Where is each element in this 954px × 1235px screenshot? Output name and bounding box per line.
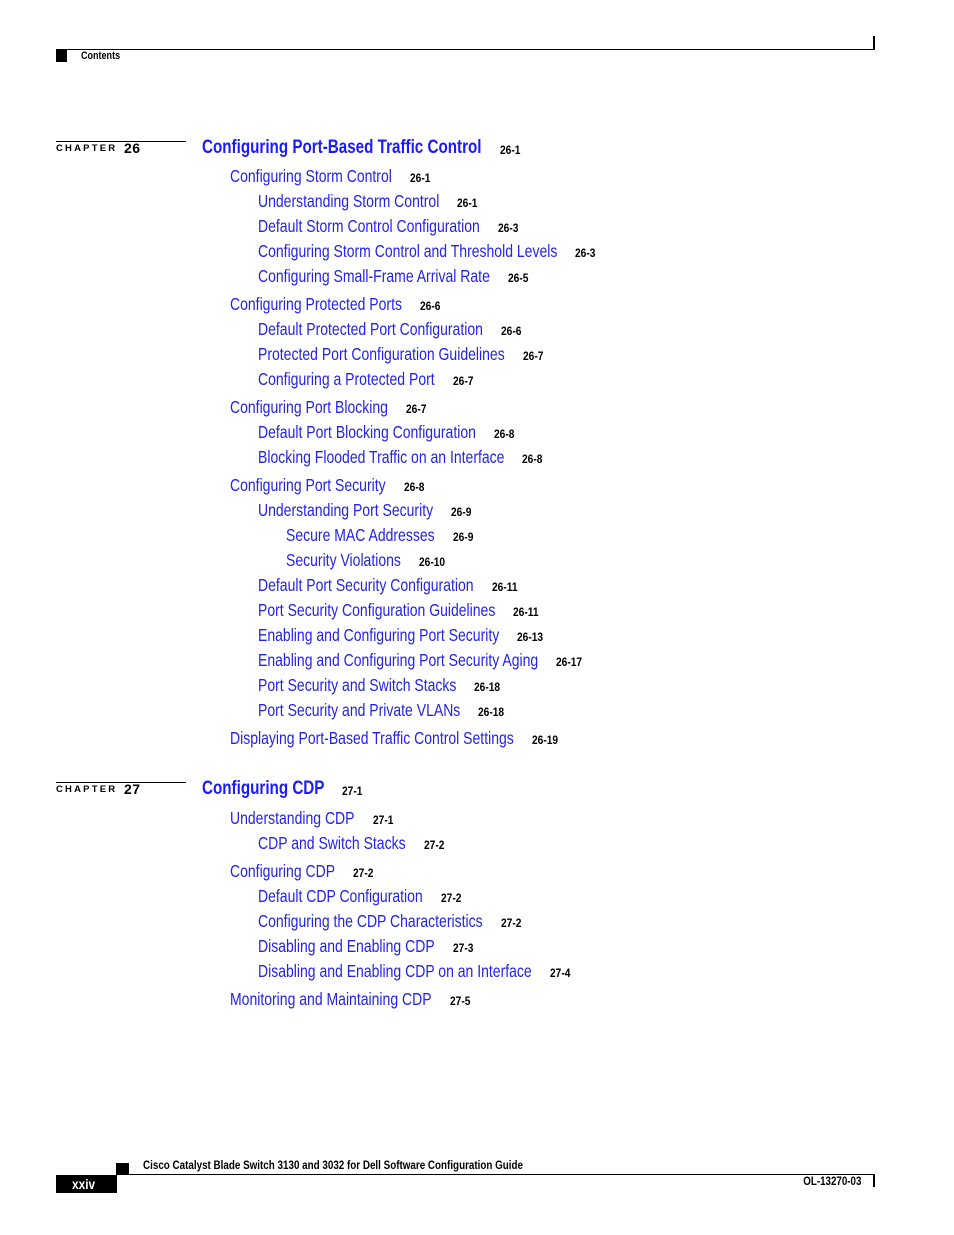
chapter-label: CHAPTER — [56, 784, 118, 795]
toc-entry-page: 27-4 — [549, 966, 571, 980]
chapter-number: 27 — [124, 781, 141, 797]
toc-entry-title[interactable]: Enabling and Configuring Port Security A… — [258, 650, 538, 671]
toc-entry-page: 26-18 — [474, 680, 501, 694]
toc-entry-page: 27-5 — [449, 994, 470, 1008]
toc-entry-page: 26-7 — [452, 374, 474, 388]
toc-entry-page: 26-7 — [405, 402, 427, 416]
chapter-title[interactable]: Configuring CDP — [202, 778, 324, 800]
toc-entry-page: 27-2 — [423, 838, 445, 852]
toc-entry-title[interactable]: Understanding Storm Control — [258, 191, 439, 212]
toc-entry-page: 26-13 — [517, 630, 544, 644]
toc-entry-page: 26-5 — [507, 271, 529, 285]
toc-entry-page: 26-9 — [451, 505, 472, 519]
toc-entry-page: 26-3 — [575, 246, 596, 260]
toc-entry-title[interactable]: CDP and Switch Stacks — [258, 833, 406, 854]
toc-entry-page: 26-8 — [522, 452, 543, 466]
toc-entry-page: 26-3 — [497, 221, 519, 235]
footer-book-title: Cisco Catalyst Blade Switch 3130 and 303… — [143, 1158, 524, 1172]
toc-entry-title[interactable]: Secure MAC Addresses — [286, 525, 435, 546]
toc-entry-page: 26-6 — [419, 299, 441, 313]
chapter-rule — [56, 782, 186, 783]
toc-entry-page: 26-10 — [418, 555, 446, 569]
toc-entry-title[interactable]: Understanding Port Security — [258, 500, 433, 521]
toc-entry-title[interactable]: Disabling and Enabling CDP — [258, 936, 435, 957]
toc-entry-title[interactable]: Default CDP Configuration — [258, 886, 423, 907]
toc-entry-title[interactable]: Port Security Configuration Guidelines — [258, 600, 495, 621]
toc-entry-title[interactable]: Protected Port Configuration Guidelines — [258, 344, 505, 365]
footer-rule — [116, 1174, 875, 1175]
toc-entry-title[interactable]: Security Violations — [286, 550, 401, 571]
toc-entry-title[interactable]: Configuring Storm Control and Threshold … — [258, 241, 557, 262]
toc-entry-title[interactable]: Port Security and Private VLANs — [258, 700, 460, 721]
toc-entry-title[interactable]: Default Storm Control Configuration — [258, 216, 480, 237]
chapter-rule — [56, 141, 186, 142]
toc-entry-page: 27-2 — [500, 916, 522, 930]
chapter-page: 27-1 — [342, 784, 363, 798]
toc-entry-title[interactable]: Understanding CDP — [230, 808, 355, 829]
toc-entry-page: 26-1 — [457, 196, 478, 210]
toc-entry-page: 26-11 — [513, 605, 539, 619]
toc-entry-page: 27-1 — [372, 813, 393, 827]
toc-entry-title[interactable]: Configuring Protected Ports — [230, 294, 402, 315]
toc-entry-title[interactable]: Enabling and Configuring Port Security — [258, 625, 499, 646]
toc-entry-page: 26-17 — [556, 655, 583, 669]
chapter-title[interactable]: Configuring Port-Based Traffic Control — [202, 137, 482, 159]
toc-entry-title[interactable]: Configuring Port Security — [230, 475, 386, 496]
toc-entry-title[interactable]: Displaying Port-Based Traffic Control Se… — [230, 728, 514, 749]
toc-entry-page: 26-18 — [478, 705, 505, 719]
toc-entry-page: 26-8 — [403, 480, 425, 494]
toc-entry-page: 26-19 — [531, 733, 558, 747]
toc-entry-page: 27-3 — [452, 941, 474, 955]
toc-entry-page: 26-8 — [493, 427, 515, 441]
header-rule-tick — [873, 36, 875, 50]
toc-entry-page: 26-1 — [409, 171, 431, 185]
toc-entry-title[interactable]: Blocking Flooded Traffic on an Interface — [258, 447, 504, 468]
footer-doc-id: OL-13270-03 — [802, 1176, 861, 1188]
header-section-label: Contents — [81, 50, 121, 62]
header-marker-block — [56, 50, 67, 62]
toc-entry-title[interactable]: Configuring the CDP Characteristics — [258, 911, 483, 932]
toc-entry-title[interactable]: Default Port Security Configuration — [258, 575, 474, 596]
toc-entry-page: 26-7 — [522, 349, 544, 363]
toc-entry-page: 26-9 — [452, 530, 474, 544]
toc-entry-title[interactable]: Configuring CDP — [230, 861, 335, 882]
toc-entry-title[interactable]: Port Security and Switch Stacks — [258, 675, 456, 696]
footer-page-number: xxiv — [72, 1176, 96, 1192]
toc-entry-title[interactable]: Configuring a Protected Port — [258, 369, 435, 390]
toc-entry-title[interactable]: Default Port Blocking Configuration — [258, 422, 476, 443]
toc-entry-title[interactable]: Default Protected Port Configuration — [258, 319, 483, 340]
toc-entry-title[interactable]: Configuring Storm Control — [230, 166, 392, 187]
toc-entry-page: 26-6 — [500, 324, 522, 338]
header-rule — [56, 49, 875, 50]
chapter-number: 26 — [124, 140, 141, 156]
toc-entry-page: 27-2 — [440, 891, 462, 905]
toc-entry-title[interactable]: Monitoring and Maintaining CDP — [230, 989, 432, 1010]
toc-entry-title[interactable]: Disabling and Enabling CDP on an Interfa… — [258, 961, 532, 982]
toc-entry-page: 26-11 — [491, 580, 518, 594]
chapter-page: 26-1 — [499, 143, 520, 157]
footer-rule-tick — [873, 1175, 875, 1187]
chapter-label: CHAPTER — [56, 143, 118, 154]
toc-entry-page: 27-2 — [353, 866, 374, 880]
toc-entry-title[interactable]: Configuring Small-Frame Arrival Rate — [258, 266, 490, 287]
toc-entry-title[interactable]: Configuring Port Blocking — [230, 397, 388, 418]
